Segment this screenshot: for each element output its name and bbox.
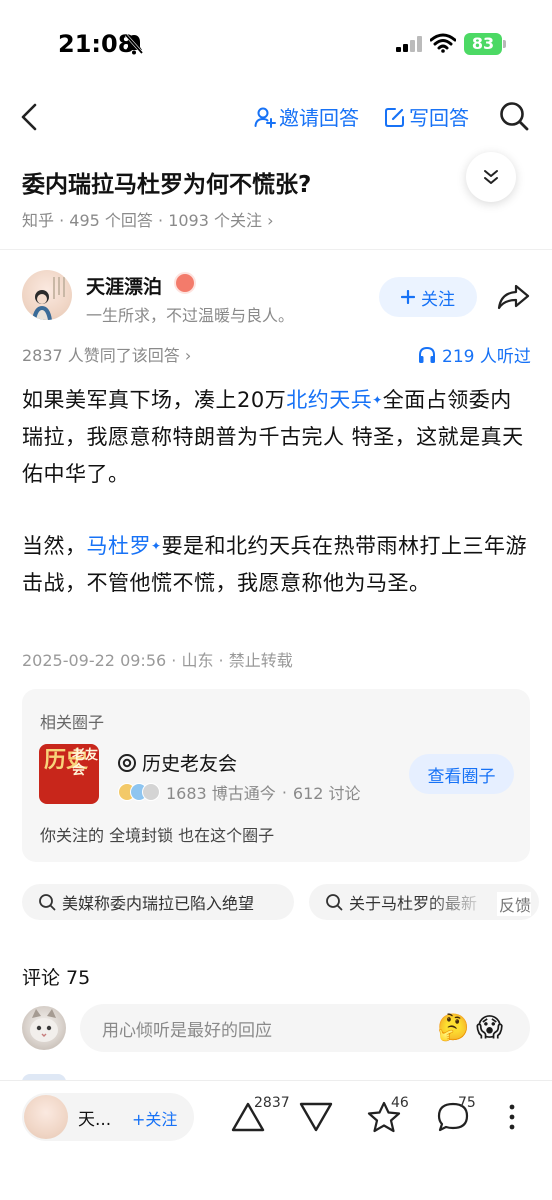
question-source: 知乎 xyxy=(22,211,55,230)
answer-meta: 2025-09-22 09:56 · 山东 · 禁止转载 xyxy=(22,651,293,670)
search-icon[interactable] xyxy=(498,100,530,132)
related-circle-label: 相关圈子 xyxy=(40,713,105,732)
medal-badge-icon[interactable] xyxy=(174,272,196,294)
circle-stats: 1683 博古通今 · 612 讨论 xyxy=(118,780,361,804)
bottom-author-name: 天... xyxy=(78,1110,112,1130)
cat-avatar-illustration xyxy=(30,1009,58,1042)
author-avatar[interactable] xyxy=(22,270,72,320)
write-answer-label: 写回答 xyxy=(409,106,469,130)
edit-icon xyxy=(385,107,404,127)
member-avatar xyxy=(142,783,160,801)
agree-summary[interactable]: 2837 人赞同了该回答 › xyxy=(22,342,191,366)
feedback-link[interactable]: 反馈 xyxy=(497,892,532,916)
keyword-link[interactable]: 北约天兵 xyxy=(286,388,372,412)
meta-separator: · xyxy=(158,211,169,230)
answer-paragraph-1: 如果美军真下场，凑上20万北约天兵✦全面占领委内瑞拉，我愿意称特朗普为千古完人 … xyxy=(22,382,532,493)
avatar-illustration xyxy=(32,277,65,320)
chevron-right-icon: › xyxy=(184,346,192,365)
circle-footer-text: 你关注的 全境封锁 也在这个圈子 xyxy=(40,826,275,845)
comments-title: 评论 75 xyxy=(22,967,91,989)
shocked-emoji-icon[interactable]: 😱 xyxy=(476,1013,503,1043)
more-vertical-icon[interactable] xyxy=(506,1101,518,1133)
circle-logo-subtext: 老友会 xyxy=(72,748,99,778)
related-search-text: 美媒称委内瑞拉已陷入绝望 xyxy=(62,894,255,913)
agree-count: 2837 人赞同了该回答 xyxy=(22,346,180,365)
meta-separator: · xyxy=(59,211,70,230)
invite-answer-label: 邀请回答 xyxy=(279,106,359,130)
upvote-count: 2837 xyxy=(254,1095,290,1111)
back-arrow-icon[interactable] xyxy=(18,102,42,132)
signal-icon xyxy=(396,36,422,52)
view-circle-button[interactable]: 查看圈子 xyxy=(409,754,514,794)
mute-bell-icon xyxy=(124,34,144,55)
top-nav: 邀请回答 写回答 xyxy=(0,92,552,142)
invite-user-icon xyxy=(254,107,276,128)
keyword-link[interactable]: 马杜罗 xyxy=(87,534,152,558)
listen-count: 219 人听过 xyxy=(442,347,531,367)
bottom-action-bar: 天... +关注 2837 46 75 xyxy=(0,1080,552,1200)
sparkle-icon: ✦ xyxy=(372,393,383,407)
double-chevron-down-icon xyxy=(484,170,498,184)
member-avatars xyxy=(118,783,160,801)
author-name[interactable]: 天涯漂泊 xyxy=(86,272,162,299)
comment-count: 75 xyxy=(458,1095,476,1111)
question-meta[interactable]: 知乎 · 495 个回答 · 1093 个关注 › xyxy=(22,207,274,231)
bottom-author-avatar xyxy=(24,1095,68,1139)
bottom-author-pill[interactable]: 天... +关注 xyxy=(22,1093,194,1141)
follow-button[interactable]: 关注 xyxy=(379,277,477,317)
circle-members: 1683 博古通今 xyxy=(166,784,276,803)
search-icon xyxy=(326,894,343,911)
listen-button[interactable]: 219 人听过 xyxy=(418,342,531,367)
meta-separator: · xyxy=(281,782,287,802)
write-answer-button[interactable]: 写回答 xyxy=(384,102,469,131)
search-icon xyxy=(39,894,56,911)
thinking-emoji-icon[interactable]: 🤔 xyxy=(437,1013,469,1043)
related-circle-card[interactable]: 相关圈子 历史 老友会 历史老友会 1683 博古通今 · 612 讨论 查看圈… xyxy=(22,689,530,862)
battery-indicator: 83 xyxy=(464,33,502,55)
plus-icon xyxy=(401,290,415,304)
answer-text: 如果美军真下场，凑上20万 xyxy=(22,388,287,412)
chevron-right-icon: › xyxy=(267,211,274,230)
battery-tip xyxy=(503,40,506,48)
circle-logo: 历史 老友会 xyxy=(39,744,99,804)
favorite-count: 46 xyxy=(391,1095,409,1111)
follow-label: 关注 xyxy=(421,289,455,310)
answer-text: 当然， xyxy=(22,534,87,558)
circle-name-text: 历史老友会 xyxy=(142,753,238,775)
section-divider xyxy=(0,249,552,250)
user-avatar[interactable] xyxy=(22,1006,66,1050)
circle-icon xyxy=(118,753,136,772)
related-search-text: 关于马杜罗的最新 xyxy=(349,890,477,914)
answer-count: 495 个回答 xyxy=(69,211,153,230)
status-time: 21:08 xyxy=(58,30,135,58)
circle-discussions: 612 讨论 xyxy=(292,784,361,803)
status-bar: 21:08 83 xyxy=(0,0,552,90)
circle-name[interactable]: 历史老友会 xyxy=(117,749,237,776)
related-search-chip[interactable]: 美媒称委内瑞拉已陷入绝望 xyxy=(22,884,294,920)
sparkle-icon: ✦ xyxy=(151,539,162,553)
author-bio: 一生所求，不过温暖与良人。 xyxy=(86,306,295,325)
share-icon[interactable] xyxy=(496,283,530,311)
collapse-button[interactable] xyxy=(466,152,516,202)
follower-count: 1093 个关注 xyxy=(168,211,262,230)
wifi-icon xyxy=(430,33,456,53)
question-title[interactable]: 委内瑞拉马杜罗为何不慌张? xyxy=(22,165,311,199)
bottom-follow-button[interactable]: +关注 xyxy=(132,1106,177,1130)
invite-answer-button[interactable]: 邀请回答 xyxy=(254,102,359,131)
answer-paragraph-2: 当然，马杜罗✦要是和北约天兵在热带雨林打上三年游击战，不管他慌不慌，我愿意称他为… xyxy=(22,528,532,602)
headphones-icon xyxy=(419,346,435,363)
downvote-icon[interactable] xyxy=(298,1101,334,1133)
